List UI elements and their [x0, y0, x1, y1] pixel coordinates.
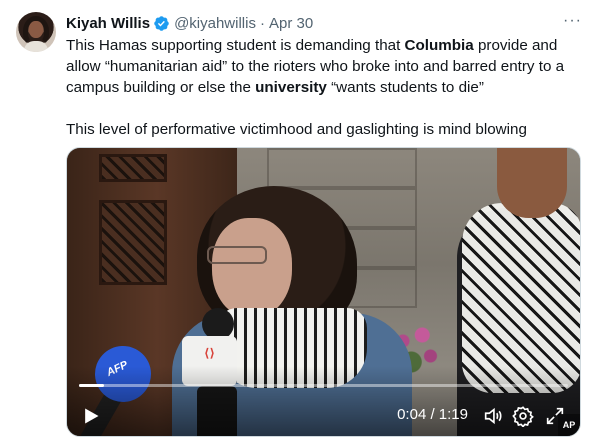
author-handle[interactable]: @kiyahwillis: [174, 15, 256, 32]
text-segment: “wants students to die”: [326, 79, 484, 96]
avatar-face: [29, 21, 43, 38]
text-bold-university: university: [255, 79, 327, 96]
video-time: 0:04 / 1:19: [397, 406, 468, 423]
progress-fill: [79, 384, 104, 387]
tweet-header: Kiyah Willis @kiyahwillis · Apr 30: [66, 13, 313, 33]
ap-watermark: AP: [558, 414, 580, 436]
woman-face: [212, 218, 292, 318]
door-panel: [99, 154, 167, 182]
more-icon[interactable]: ···: [563, 11, 582, 31]
man-face: [497, 148, 567, 218]
mic-logo: ⟨⟩: [204, 346, 215, 360]
author-name[interactable]: Kiyah Willis: [66, 15, 150, 32]
play-icon[interactable]: [81, 406, 101, 426]
woman-glasses: [207, 246, 267, 264]
avatar[interactable]: [16, 12, 56, 52]
separator-dot: ·: [259, 14, 265, 32]
tweet-paragraph-1: This Hamas supporting student is demandi…: [66, 35, 588, 98]
tweet-text: This Hamas supporting student is demandi…: [66, 35, 588, 140]
volume-icon[interactable]: [482, 405, 504, 427]
video-progress-bar[interactable]: [79, 384, 568, 387]
tweet-paragraph-2: This level of performative victimhood an…: [66, 121, 527, 138]
tweet-date[interactable]: Apr 30: [269, 15, 313, 32]
door-panel: [99, 200, 167, 285]
wall-block: [267, 148, 417, 188]
text-segment: This Hamas supporting student is demandi…: [66, 37, 405, 54]
avatar-shirt: [24, 41, 48, 52]
verified-badge-icon[interactable]: [153, 15, 170, 32]
settings-gear-icon[interactable]: [512, 405, 534, 427]
text-bold-columbia: Columbia: [404, 37, 474, 54]
video-player[interactable]: AFP ⟨⟩ 0:04 / 1:19 AP: [66, 147, 581, 437]
man-keffiyeh: [462, 203, 580, 393]
